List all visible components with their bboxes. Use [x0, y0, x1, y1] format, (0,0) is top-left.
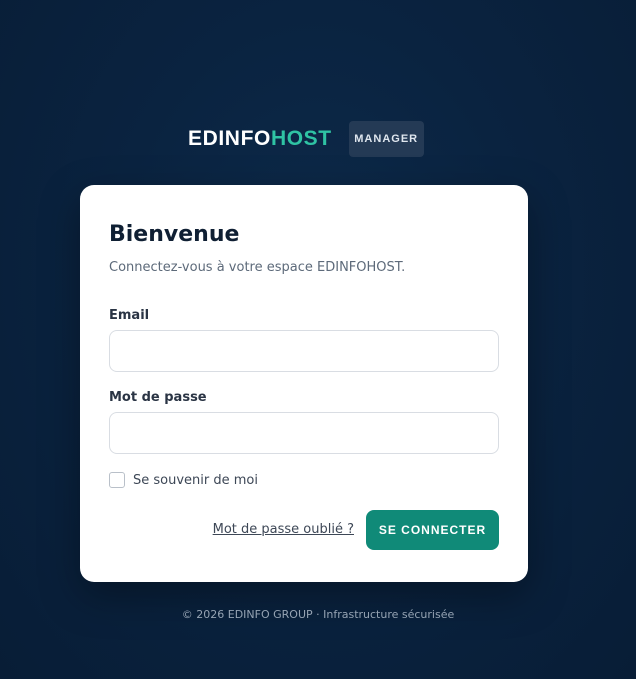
password-label: Mot de passe — [109, 390, 207, 405]
footer-text: © 2026 EDINFO GROUP · Infrastructure séc… — [181, 608, 455, 621]
email-input[interactable] — [109, 330, 499, 372]
email-label: Email — [109, 308, 150, 323]
password-input[interactable] — [109, 412, 499, 454]
remember-me-checkbox[interactable] — [109, 472, 125, 488]
forgot-password-link[interactable]: Mot de passe oublié ? — [213, 521, 354, 539]
remember-me-label[interactable]: Se souvenir de moi — [133, 473, 258, 488]
page-title: Bienvenue — [109, 222, 240, 247]
manager-badge: MANAGER — [348, 121, 424, 157]
remember-me-row[interactable]: Se souvenir de moi — [109, 471, 258, 489]
brand-name-part2: HOST — [270, 127, 332, 150]
brand-logo: EDINFOHOST — [188, 127, 332, 151]
login-button[interactable]: SE CONNECTER — [366, 510, 499, 550]
brand-name-part1: EDINFO — [188, 127, 271, 150]
brand-header: EDINFOHOST MANAGER — [188, 121, 424, 157]
login-card: Bienvenue Connectez-vous à votre espace … — [80, 185, 528, 582]
page-subtitle: Connectez-vous à votre espace EDINFOHOST… — [109, 260, 406, 275]
